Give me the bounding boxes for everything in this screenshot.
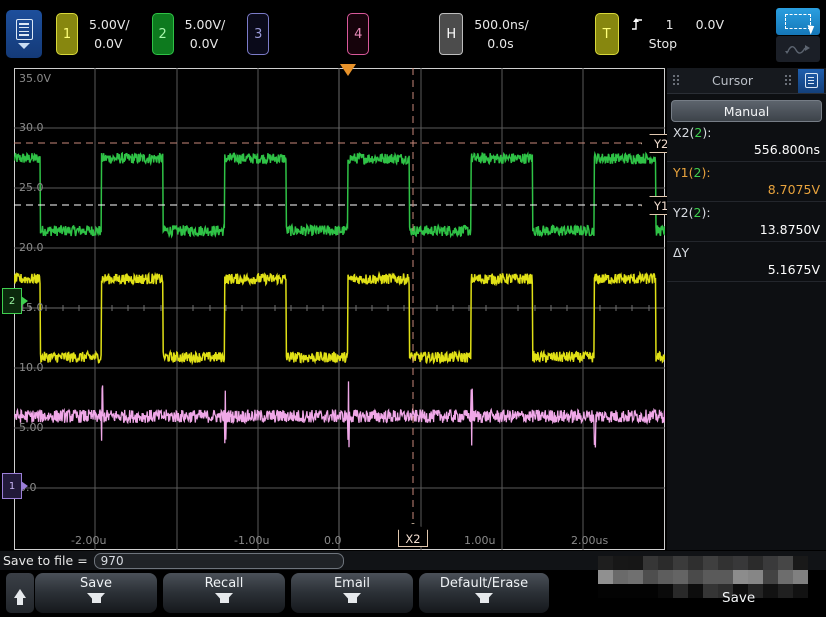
cursor-readout-y1: Y1(2): 8.7075V	[667, 162, 826, 202]
ground-marker-ch1[interactable]: 1	[2, 473, 22, 499]
cursor-readout-dy-value: 5.1675V	[673, 262, 820, 277]
channel-3-button[interactable]: 3	[247, 13, 269, 55]
channel-2-offset: 0.0V	[183, 34, 226, 53]
filename-input[interactable]	[94, 553, 344, 569]
y-tick-label: 30.0	[19, 121, 44, 134]
arrow-up-icon	[14, 589, 26, 598]
y-tick-label: 5.00	[19, 421, 44, 434]
channel-1-offset: 0.0V	[87, 34, 130, 53]
ground-marker-ch1-label: 1	[9, 481, 15, 492]
ground-marker-ch2[interactable]: 2	[2, 288, 22, 314]
default-erase-button[interactable]: Default/Erase	[419, 573, 549, 613]
trigger-level: 0.0V	[696, 15, 724, 34]
ground-marker-ch2-label: 2	[9, 296, 15, 307]
default-erase-button-label: Default/Erase	[440, 576, 528, 591]
panel-menu-button[interactable]	[798, 69, 824, 93]
panel-grip-left-icon[interactable]	[672, 74, 681, 87]
panel-menu-icon	[805, 73, 818, 88]
marquee-select-button[interactable]	[776, 8, 820, 35]
channel-2-button[interactable]: 2	[152, 13, 174, 55]
channel-1-volts-div: 5.00V/	[87, 15, 130, 34]
x-tick-label: -2.00u	[71, 534, 106, 547]
ground-arrow-icon	[21, 481, 28, 491]
y-tick-label: 35.0V	[19, 72, 51, 85]
arrow-down-icon	[343, 593, 361, 603]
ground-arrow-icon	[21, 296, 28, 306]
cursor-mode-button[interactable]: Manual	[671, 100, 822, 122]
email-button-label: Email	[334, 576, 370, 591]
menu-list-icon	[16, 19, 33, 40]
save-to-file-label: Save to file =	[3, 553, 88, 568]
cursor-readout-dy-label: ΔY	[673, 245, 820, 260]
save-button-label: Save	[80, 576, 112, 591]
mode-button-group	[776, 8, 820, 62]
recall-button[interactable]: Recall	[163, 573, 285, 613]
waveform-traces	[14, 68, 665, 550]
cursor-readout-x2-value: 556.800ns	[673, 142, 820, 157]
cursor-panel-header: Cursor	[667, 68, 826, 94]
y-tick-label: 10.0	[19, 361, 44, 374]
rising-edge-icon	[631, 17, 644, 31]
save-button[interactable]: Save	[35, 573, 157, 613]
waveform-navigate-icon	[783, 41, 813, 57]
scroll-up-button[interactable]	[6, 573, 34, 613]
channel-2-volts-div: 5.00V/	[183, 15, 226, 34]
cursor-x2-flag-label: X2	[405, 532, 420, 546]
x-tick-label: -1.00u	[234, 534, 269, 547]
marquee-select-icon	[785, 14, 811, 29]
oscilloscope-screen: 1 5.00V/ 0.0V 2 5.00V/ 0.0V 3 4 H 500.0n…	[0, 0, 826, 617]
waveform-navigate-button[interactable]	[776, 36, 820, 63]
x-tick-label: 0.0	[324, 534, 342, 547]
cursor-readout-dy: ΔY 5.1675V	[667, 242, 826, 282]
channel-4-button[interactable]: 4	[347, 13, 369, 55]
trigger-source: 1	[666, 15, 674, 34]
channel-1-button[interactable]: 1	[56, 13, 78, 55]
acquisition-state: Stop	[629, 34, 724, 53]
email-button[interactable]: Email	[291, 573, 413, 613]
horizontal-delay: 0.0s	[472, 34, 528, 53]
y-tick-label: 20.0	[19, 241, 44, 254]
cursor-readout-y2-label: Y2(2):	[673, 205, 820, 220]
cursor-readout-x2-label: X2(2):	[673, 125, 820, 140]
arrow-down-icon	[475, 593, 493, 603]
panel-grip-right-icon[interactable]	[784, 74, 793, 87]
horizontal-settings: 500.0ns/ 0.0s	[472, 15, 528, 54]
arrow-down-icon	[87, 593, 105, 603]
waveform-plot[interactable]: 35.0V 30.0 25.0 20.0 15.0 10.0 5.00 0.0 …	[14, 68, 665, 550]
chevron-down-icon	[18, 43, 30, 49]
cursor-readout-y1-label: Y1(2):	[673, 165, 820, 180]
cursor-panel-title: Cursor	[686, 73, 779, 88]
x-tick-label: 1.00u	[464, 534, 495, 547]
channel-1-settings: 5.00V/ 0.0V	[87, 15, 130, 54]
cursor-readout-y2-value: 13.8750V	[673, 222, 820, 237]
recall-button-label: Recall	[205, 576, 244, 591]
trigger-button[interactable]: T	[595, 13, 619, 55]
arrow-down-icon	[215, 593, 233, 603]
trigger-position-marker[interactable]	[338, 62, 358, 78]
cursor-readout-y1-value: 8.7075V	[673, 182, 820, 197]
top-toolbar: 1 5.00V/ 0.0V 2 5.00V/ 0.0V 3 4 H 500.0n…	[0, 0, 826, 68]
censored-region[interactable]	[598, 556, 808, 598]
channel-2-settings: 5.00V/ 0.0V	[183, 15, 226, 54]
cursor-readout-y2: Y2(2): 13.8750V	[667, 202, 826, 242]
x-tick-label: 2.00us	[571, 534, 608, 547]
censored-save-label: Save	[722, 590, 755, 606]
time-per-division: 500.0ns/	[472, 15, 528, 34]
horizontal-button[interactable]: H	[439, 13, 463, 55]
main-menu-button[interactable]	[6, 10, 42, 58]
cursor-readout-x2: X2(2): 556.800ns	[667, 122, 826, 162]
trigger-settings: 1 0.0V Stop	[629, 15, 724, 54]
cursor-panel: Cursor Manual X2(2): 556.800ns Y1(2): 8.…	[667, 68, 826, 550]
y-tick-label: 25.0	[19, 181, 44, 194]
